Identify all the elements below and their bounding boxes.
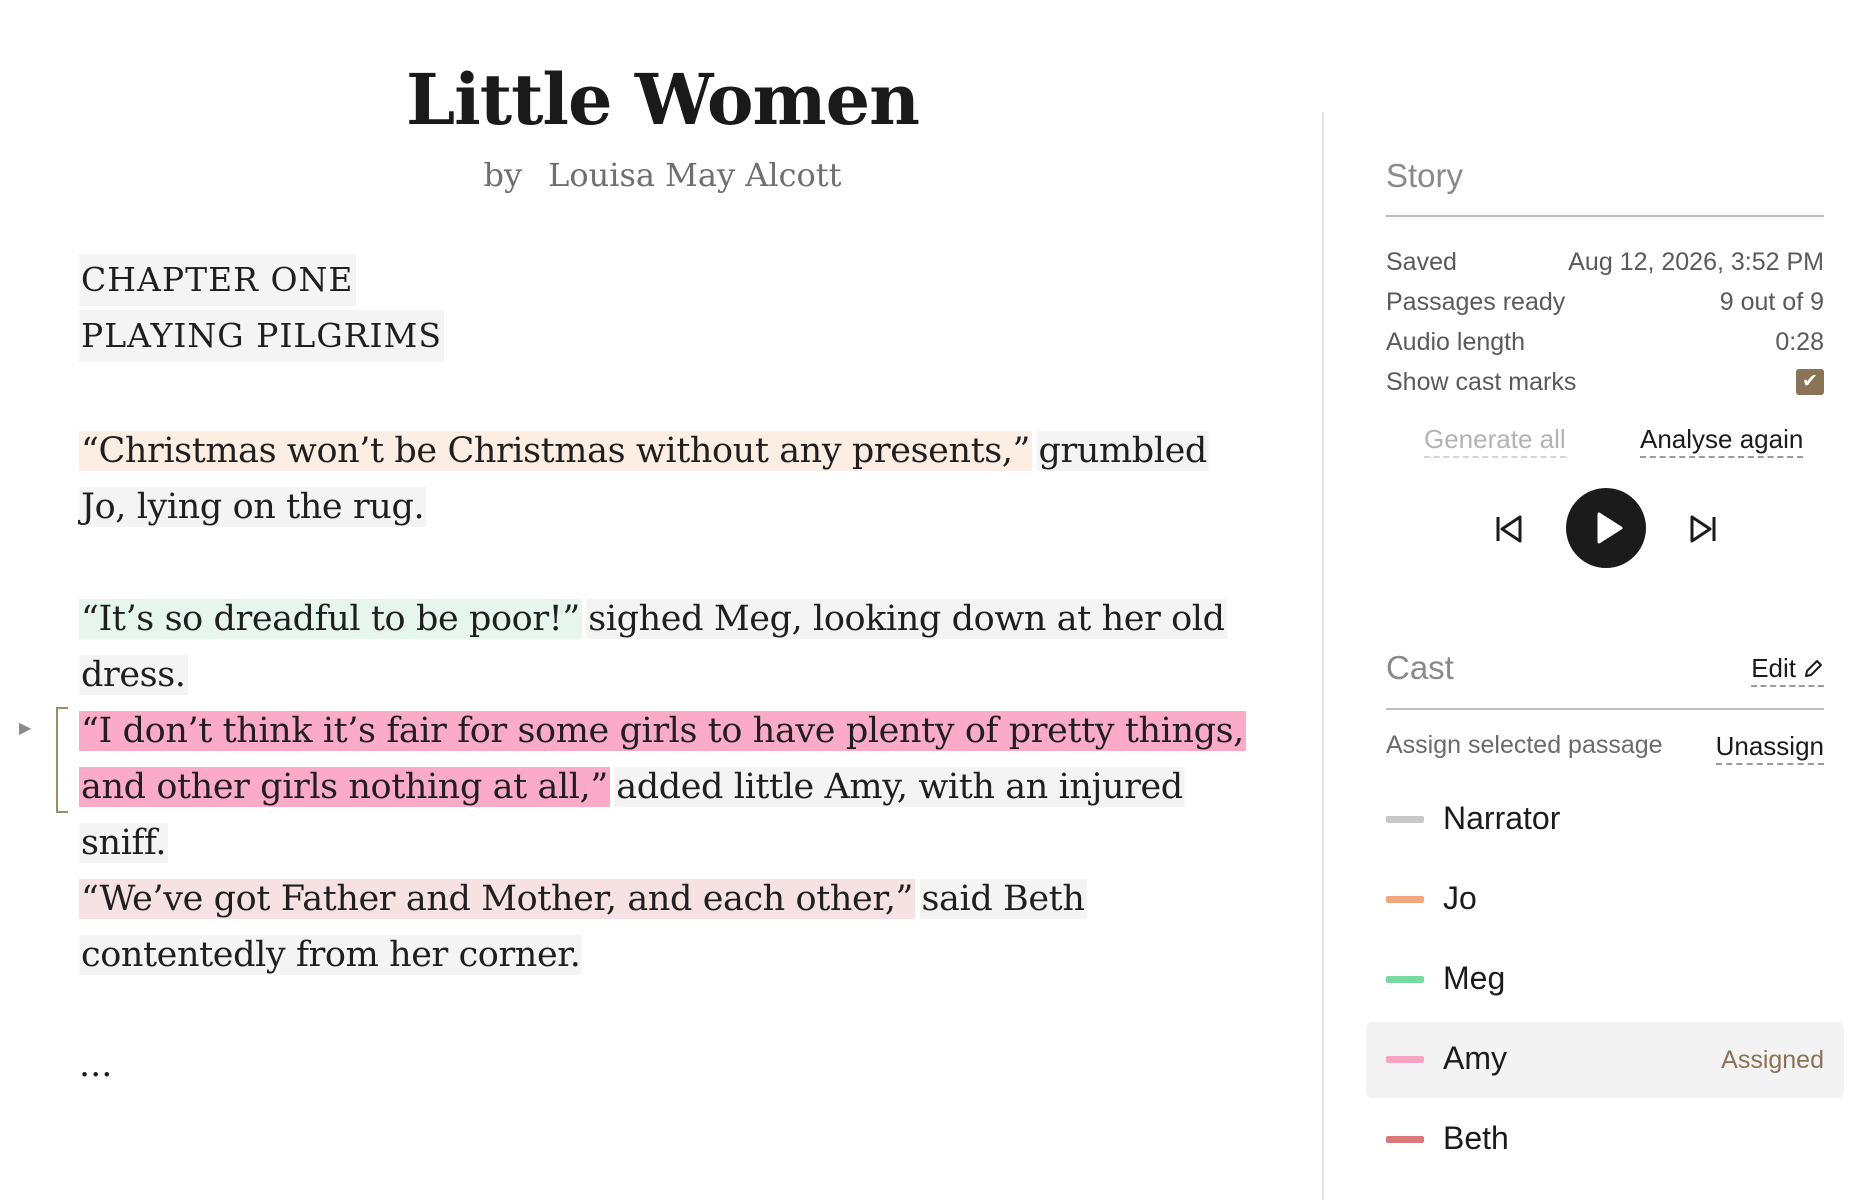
quote-segment[interactable]: “Christmas won’t be Christmas without an… <box>79 431 1033 471</box>
cast-member-meg[interactable]: Meg <box>1366 942 1844 1018</box>
chapter-name[interactable]: PLAYING PILGRIMS <box>79 310 444 362</box>
story-divider <box>1386 215 1824 217</box>
color-swatch <box>1386 976 1424 983</box>
cast-marks-checkbox[interactable]: ✔ <box>1796 369 1824 395</box>
expand-arrow-icon[interactable]: ▶ <box>19 718 31 738</box>
playback-controls <box>1386 488 1824 568</box>
story-heading: Story <box>1386 157 1464 194</box>
saved-label: Saved <box>1386 248 1457 276</box>
saved-row: Saved Aug 12, 2026, 3:52 PM <box>1386 248 1824 277</box>
passage-beth: “We’ve got Father and Mother, and each o… <box>79 871 1249 983</box>
color-swatch <box>1386 896 1424 903</box>
saved-value: Aug 12, 2026, 3:52 PM <box>1568 248 1824 276</box>
quote-segment[interactable]: “We’ve got Father and Mother, and each o… <box>79 879 916 919</box>
cast-member-jo[interactable]: Jo <box>1366 862 1844 938</box>
play-button[interactable] <box>1566 488 1646 568</box>
play-icon <box>1597 512 1623 544</box>
by-label: by <box>483 156 523 194</box>
cast-member-name: Amy <box>1443 1040 1507 1076</box>
assigned-badge: Assigned <box>1721 1046 1824 1074</box>
cast-heading: Cast <box>1386 649 1454 686</box>
edit-cast-button[interactable]: Edit <box>1751 653 1824 687</box>
passages-value: 9 out of 9 <box>1719 288 1824 316</box>
passage-amy: “I don’t think it’s fair for some girls … <box>79 703 1249 871</box>
skip-previous-icon[interactable] <box>1490 512 1526 546</box>
check-icon: ✔ <box>1802 371 1818 392</box>
generate-all-button[interactable]: Generate all <box>1424 424 1566 458</box>
audio-length-row: Audio length 0:28 <box>1386 328 1824 357</box>
continuation-ellipsis: ... <box>79 1045 113 1085</box>
cast-member-name: Beth <box>1443 1120 1509 1156</box>
assign-passage-label: Assign selected passage <box>1386 731 1663 759</box>
passage-jo: “Christmas won’t be Christmas without an… <box>79 423 1249 535</box>
byline: by Louisa May Alcott <box>0 156 1325 194</box>
unassign-button[interactable]: Unassign <box>1715 731 1824 765</box>
cast-member-name: Meg <box>1443 960 1506 996</box>
sidebar: Story Saved Aug 12, 2026, 3:52 PM Passag… <box>1366 0 1844 1200</box>
passage-meg: “It’s so dreadful to be poor!” sighed Me… <box>79 591 1249 703</box>
audio-length-label: Audio length <box>1386 328 1526 356</box>
cast-marks-label: Show cast marks <box>1386 368 1577 396</box>
passages-label: Passages ready <box>1386 288 1566 316</box>
pencil-icon <box>1805 660 1822 677</box>
cast-marks-row: Show cast marks <box>1386 368 1824 397</box>
color-swatch <box>1386 1056 1424 1063</box>
passages-row: Passages ready 9 out of 9 <box>1386 288 1824 317</box>
analyse-again-button[interactable]: Analyse again <box>1640 424 1804 458</box>
pane-divider <box>1322 112 1324 1200</box>
chapter-number[interactable]: CHAPTER ONE <box>79 254 356 306</box>
color-swatch <box>1386 1136 1424 1143</box>
cast-member-amy[interactable]: Amy Assigned <box>1366 1022 1844 1098</box>
cast-divider <box>1386 708 1824 710</box>
quote-segment[interactable]: “It’s so dreadful to be poor!” <box>79 599 582 639</box>
cast-member-beth[interactable]: Beth <box>1366 1102 1844 1178</box>
book-title: Little Women <box>405 58 920 141</box>
reader-pane: Little Women by Louisa May Alcott CHAPTER… <box>0 0 1325 1200</box>
audio-length-value: 0:28 <box>1775 328 1824 356</box>
skip-next-icon[interactable] <box>1686 512 1722 546</box>
author-name: Louisa May Alcott <box>548 156 842 194</box>
cast-member-name: Narrator <box>1443 800 1561 836</box>
selected-passage-bracket <box>56 707 68 813</box>
chapter-heading: CHAPTER ONE PLAYING PILGRIMS <box>79 254 1229 366</box>
color-swatch <box>1386 816 1424 823</box>
cast-member-name: Jo <box>1443 880 1477 916</box>
edit-label: Edit <box>1751 653 1796 683</box>
cast-member-narrator[interactable]: Narrator <box>1366 782 1844 858</box>
